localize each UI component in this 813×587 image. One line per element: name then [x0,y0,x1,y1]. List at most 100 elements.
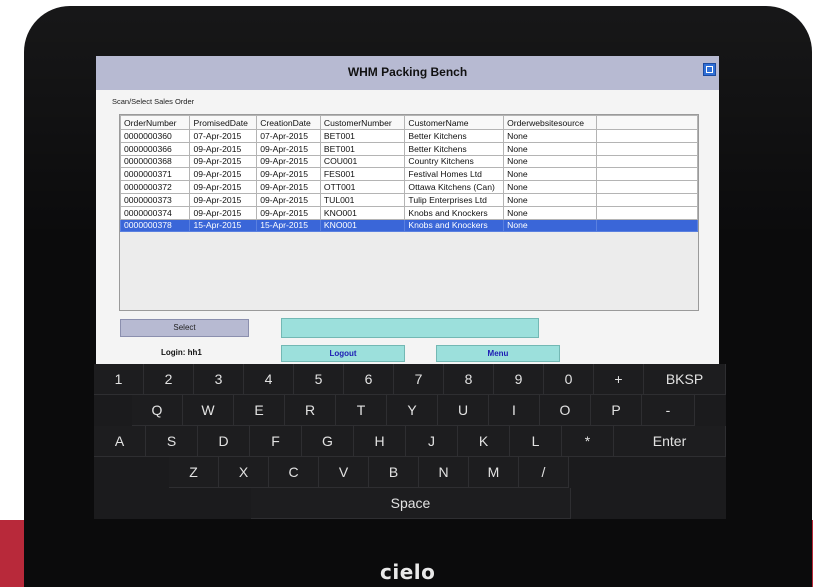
key-o[interactable]: O [540,395,591,426]
table-cell: Ottawa Kitchens (Can) [404,180,505,194]
key-s[interactable]: S [146,426,198,457]
key-r[interactable]: R [285,395,336,426]
key-3[interactable]: 3 [194,364,244,395]
column-header[interactable]: OrderNumber [119,115,191,130]
key-h[interactable]: H [354,426,406,457]
table-cell: 09-Apr-2015 [189,205,258,220]
table-row[interactable]: 0000000360 07-Apr-2015 07-Apr-2015 BET001 Be… [119,129,699,143]
key-6[interactable]: 6 [344,364,394,395]
key-d[interactable]: D [198,426,250,457]
table-cell: 0000000371 [119,167,191,182]
window-titlebar: WHM Packing Bench [96,56,719,90]
key-4[interactable]: 4 [244,364,294,395]
key-plus[interactable]: + [594,364,644,395]
table-cell: 0000000368 [119,154,191,169]
table-cell-blank [595,129,699,143]
table-cell-blank [595,205,699,220]
table-cell: 09-Apr-2015 [256,205,321,220]
column-header[interactable]: Orderwebsitesource [503,115,597,130]
key-x[interactable]: X [219,457,269,488]
key-a[interactable]: A [94,426,146,457]
menu-button[interactable]: Menu [436,345,560,362]
key-v[interactable]: V [319,457,369,488]
key-1[interactable]: 1 [94,364,144,395]
table-cell: BET001 [319,141,406,156]
key-8[interactable]: 8 [444,364,494,395]
key-w[interactable]: W [183,395,234,426]
key-space[interactable]: Space [251,488,571,519]
key-e[interactable]: E [234,395,285,426]
table-cell: Tulip Enterprises Ltd [404,192,505,207]
table-row[interactable]: 0000000373 09-Apr-2015 09-Apr-2015 TUL001 Tu… [119,192,699,207]
key-c[interactable]: C [269,457,319,488]
key-9[interactable]: 9 [494,364,544,395]
key-f[interactable]: F [250,426,302,457]
app-window: WHM Packing Bench Scan/Select Sales Orde… [96,56,719,364]
table-header-row: OrderNumber PromisedDate CreationDate Custo… [119,115,699,130]
table-cell: FES001 [319,167,406,182]
key-m[interactable]: M [469,457,519,488]
table-row[interactable]: 0000000368 09-Apr-2015 09-Apr-2015 COU001 Co… [119,154,699,169]
key-b[interactable]: B [369,457,419,488]
table-cell: KNO001 [319,218,406,233]
table-cell: Better Kitchens [404,141,505,156]
key-5[interactable]: 5 [294,364,344,395]
key-n[interactable]: N [419,457,469,488]
table-cell: 07-Apr-2015 [256,129,321,143]
key-z[interactable]: Z [169,457,219,488]
key-t[interactable]: T [336,395,387,426]
key-g[interactable]: G [302,426,354,457]
column-header[interactable]: CustomerName [404,115,505,130]
column-header[interactable]: PromisedDate [189,115,258,130]
key-l[interactable]: L [510,426,562,457]
table-cell: OTT001 [319,180,406,194]
key-q[interactable]: Q [132,395,183,426]
table-row[interactable]: 0000000371 09-Apr-2015 09-Apr-2015 FES001 Fe… [119,167,699,182]
key-y[interactable]: Y [387,395,438,426]
table-cell: None [503,154,597,169]
key-0[interactable]: 0 [544,364,594,395]
table-cell: 09-Apr-2015 [189,141,258,156]
key-slash[interactable]: / [519,457,569,488]
table-cell: 09-Apr-2015 [189,180,258,194]
key-j[interactable]: J [406,426,458,457]
logout-button[interactable]: Logout [281,345,405,362]
table-cell-blank [595,154,699,169]
table-row[interactable]: 0000000366 09-Apr-2015 09-Apr-2015 BET001 Be… [119,141,699,156]
table-row[interactable]: 0000000374 09-Apr-2015 09-Apr-2015 KNO001 Kn… [119,205,699,220]
table-cell: 0000000378 [119,218,191,233]
login-status: Login: hh1 [161,348,202,357]
restore-window-icon[interactable] [703,63,716,76]
key-7[interactable]: 7 [394,364,444,395]
table-row[interactable]: 0000000372 09-Apr-2015 09-Apr-2015 OTT001 Ot… [119,180,699,194]
key-k[interactable]: K [458,426,510,457]
key-enter[interactable]: Enter [614,426,726,457]
table-cell: Knobs and Knockers [404,218,505,233]
table-cell: None [503,192,597,207]
table-cell: 0000000372 [119,180,191,194]
table-cell: 15-Apr-2015 [256,218,321,233]
key-p[interactable]: P [591,395,642,426]
window-title: WHM Packing Bench [347,65,468,79]
table-row[interactable]: 0000000378 15-Apr-2015 15-Apr-2015 KNO001 Kn… [119,218,699,233]
column-header[interactable]: CustomerNumber [319,115,406,130]
scan-order-input[interactable] [281,318,539,338]
table-cell: Better Kitchens [404,129,505,143]
device-brand-logo: cielo [380,560,436,584]
key-asterisk[interactable]: * [562,426,614,457]
table-cell: Country Kitchens [404,154,505,169]
table-cell: 09-Apr-2015 [256,141,321,156]
key-u[interactable]: U [438,395,489,426]
key-minus[interactable]: - [642,395,695,426]
table-cell-blank [595,218,699,233]
sales-order-grid[interactable]: OrderNumber PromisedDate CreationDate Custo… [119,114,699,311]
select-button[interactable]: Select [120,319,249,337]
key-2[interactable]: 2 [144,364,194,395]
key-bksp[interactable]: BKSP [644,364,726,395]
table-cell: 09-Apr-2015 [256,154,321,169]
table-cell: None [503,180,597,194]
column-header[interactable]: CreationDate [256,115,321,130]
table-cell: None [503,218,597,233]
table-cell: TUL001 [319,192,406,207]
key-i[interactable]: I [489,395,540,426]
